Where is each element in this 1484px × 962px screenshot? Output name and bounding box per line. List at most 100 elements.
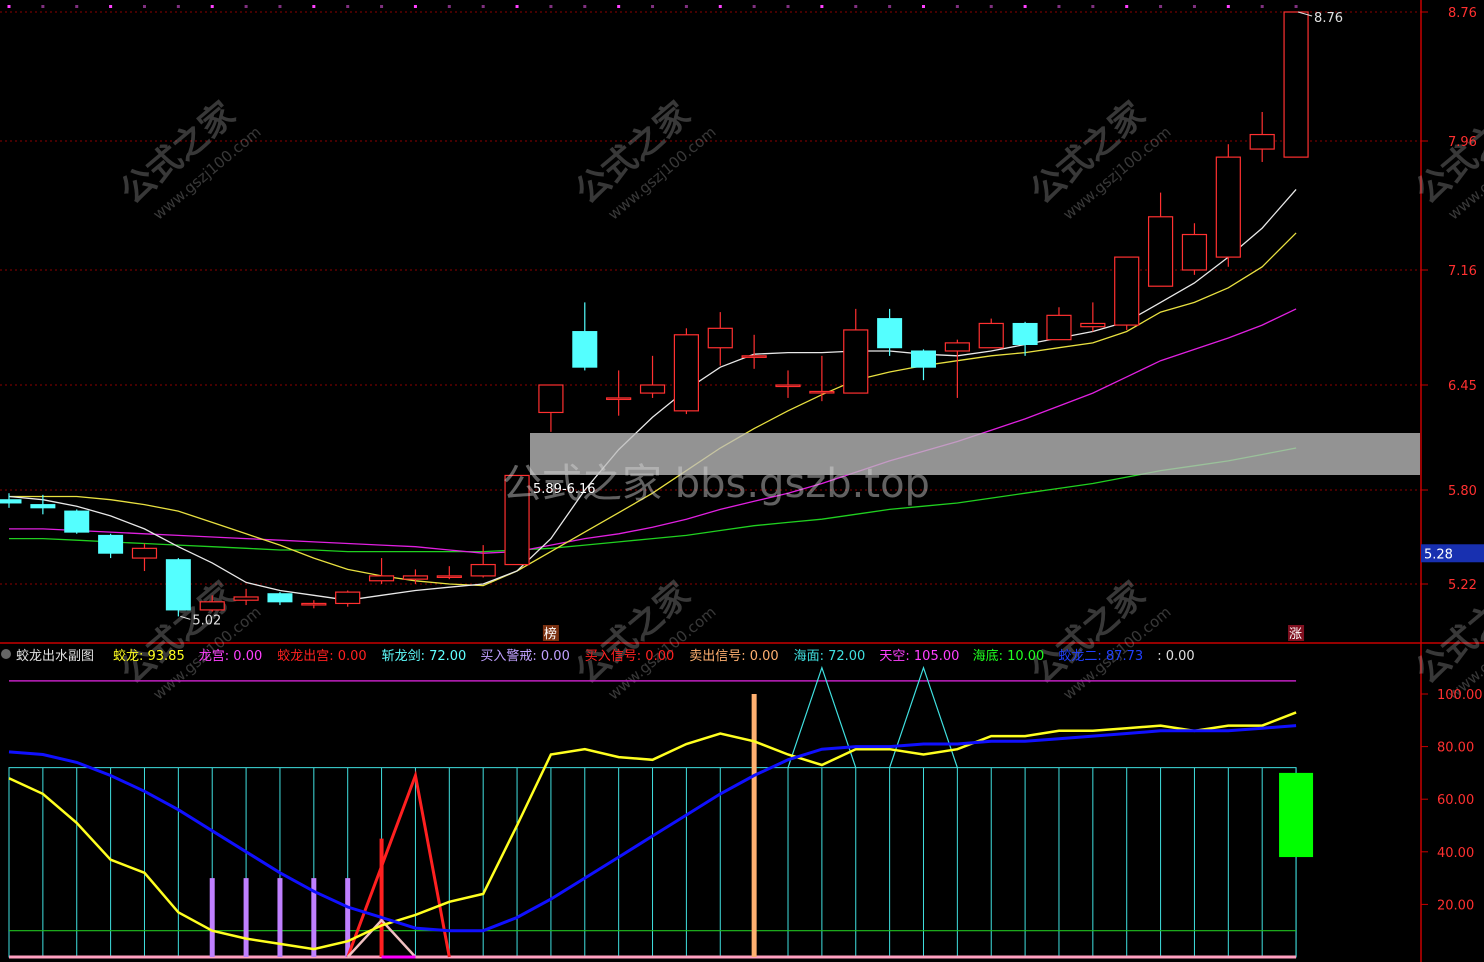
candle-body-up [335,591,361,605]
sub-tick-label: 40.00 [1437,846,1474,861]
high-price-label: 8.76 [1314,11,1343,26]
legend-item: 海面: 72.00 [794,649,866,664]
sub-legend: 蛟龙出水副图 蛟龙: 93.85 龙宫: 0.00 蛟龙出宫: 0.00 斩龙剑: 7… [1,648,1195,664]
stock-chart: 公式之家www.gszj100.com 公式之家www.gszj100.com 公式… [0,0,1484,962]
top-marker-dot [1226,5,1230,8]
top-marker-dot [854,5,858,8]
top-marker-dot [346,5,350,8]
candle-body-down [30,504,56,509]
sub-tick-label: 20.00 [1437,898,1474,913]
top-marker-dot [1294,5,1298,8]
candle-body-up [741,355,767,358]
top-marker-dot [210,5,214,8]
candle-body-up [436,575,462,578]
top-marker-dot [752,5,756,8]
top-marker-dot [1091,5,1095,8]
marker-bang: 榜 [544,626,557,642]
top-marker-dot [481,5,485,8]
top-marker-dot [989,5,993,8]
top-marker-dot [1057,5,1061,8]
candle-body-down [267,593,293,603]
top-marker-dot [583,5,587,8]
candle-body-down [165,559,191,611]
top-marker-dot [413,5,417,8]
top-marker-dot [380,5,384,8]
candle-body-up [1181,233,1208,271]
top-marker-dot [786,5,790,8]
candle-body-up [1283,11,1309,158]
low-price-label: 5.02 [192,613,221,628]
box-range-label: 5.89-6.16 [533,482,596,497]
candle-body-up [1215,156,1241,258]
legend-item: 海底: 10.00 [973,648,1045,664]
top-marker-dot [142,5,146,8]
legend-item: 卖出信号: 0.00 [689,649,778,664]
candle-body-up [233,596,259,601]
price-tick-label: 7.16 [1448,264,1477,279]
candle-body-up [775,384,801,388]
top-marker-dot [1260,5,1264,8]
candle-body-up [809,390,835,394]
top-marker-dot [888,5,892,8]
candle-body-up [402,575,429,580]
green-block [1279,772,1314,858]
sub-tick-label: 100.00 [1437,688,1483,703]
current-price-label: 5.28 [1424,547,1453,562]
price-tick-label: 5.80 [1448,484,1477,499]
top-marker-dot [820,5,824,8]
candle-body-up [707,327,733,349]
top-marker-dot [651,5,655,8]
top-marker-dot [617,5,621,8]
price-tick-label: 5.22 [1448,578,1477,593]
candle-body-down [98,534,124,554]
candle-body-up [470,563,496,577]
price-tick-label: 8.76 [1448,6,1477,21]
top-marker-dot [1125,5,1129,8]
candle-body-down [1012,322,1038,346]
legend-item: 天空: 105.00 [879,649,959,664]
top-marker-dot [447,5,451,8]
candle-body-up [639,384,666,394]
legend-item: 蛟龙出宫: 0.00 [277,649,366,664]
top-marker-dot [312,5,316,8]
top-marker-dot [955,5,959,8]
price-tick-label: 6.45 [1448,379,1477,394]
legend-item: 龙宫: 0.00 [199,649,262,664]
candle-body-up [1147,216,1174,287]
candle-body-up [843,329,869,394]
top-marker-dot [1192,5,1196,8]
legend-item: 买入警戒: 0.00 [480,648,569,664]
candle-body-up [944,342,970,352]
sub-tick-label: 80.00 [1437,741,1474,756]
candle-body-up [538,384,564,414]
candle-body-down [0,499,22,504]
top-marker-dot [41,5,45,8]
top-marker-dot [684,5,688,8]
legend-item: 蛟龙: 93.85 [113,649,185,664]
top-marker-dot [244,5,248,8]
candle-body-up [606,397,632,401]
candle-body-up [673,334,700,412]
candle-body-down [64,510,90,533]
top-marker-dot [176,5,180,8]
top-marker-dot [515,5,519,8]
candle-body-down [877,318,903,349]
top-marker-dot [549,5,553,8]
top-marker-dot [1023,5,1027,8]
candle-body-up [1080,322,1106,328]
marker-zhang: 涨 [1289,627,1302,642]
candle-body-up [199,601,225,611]
top-marker-dot [921,5,925,8]
sub-title: 蛟龙出水副图 [16,649,94,664]
collapse-icon[interactable] [1,649,11,659]
legend-item: 蛟龙二: 87.73 [1058,649,1143,664]
top-marker-dot [278,5,282,8]
candle-body-up [978,322,1004,349]
legend-item: 斩龙剑: 72.00 [382,648,467,664]
top-marker-dot [7,5,11,8]
legend-item: : 0.00 [1157,649,1194,664]
top-marker-dot [109,5,113,8]
candle-body-up [301,602,327,606]
candle-body-down [572,331,598,368]
price-tick-label: 7.96 [1448,135,1477,150]
